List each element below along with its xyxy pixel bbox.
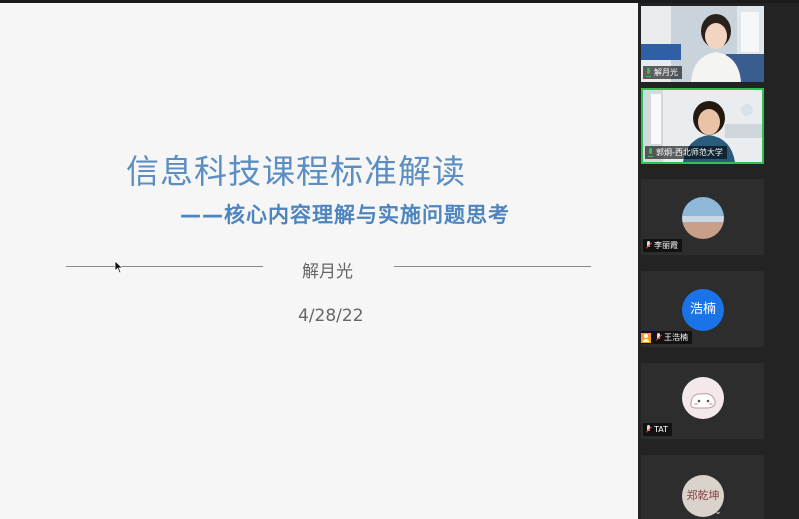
participant-name: 郭炯-西北师范大学 bbox=[656, 148, 723, 157]
participant-name: 李丽霞 bbox=[654, 241, 678, 250]
participant-name-tag: 王浩楠 bbox=[641, 331, 692, 344]
participant-name-tag: 郭炯-西北师范大学 bbox=[645, 146, 727, 159]
participant-name: 王浩楠 bbox=[664, 333, 688, 342]
participant-tile-4[interactable]: 浩楠 王浩楠 bbox=[641, 271, 764, 347]
avatar: 浩楠 bbox=[682, 289, 724, 331]
shared-screen-slide: 信息科技课程标准解读 ——核心内容理解与实施问题思考 解月光 4/28/22 bbox=[0, 3, 638, 519]
divider-left bbox=[66, 266, 263, 267]
participant-name: 解月光 bbox=[654, 68, 678, 77]
participant-tile-1[interactable]: 解月光 bbox=[641, 6, 764, 82]
participant-panel[interactable]: 解月光 郭炯-西北师范大学 李丽霞 浩楠 王浩楠 TAT 郑乾坤 ⌄ bbox=[638, 3, 799, 519]
slide-author: 解月光 bbox=[302, 262, 353, 282]
avatar bbox=[682, 377, 724, 419]
participant-name-tag: 解月光 bbox=[643, 66, 682, 79]
slide-subtitle: ——核心内容理解与实施问题思考 bbox=[180, 203, 510, 227]
divider-right bbox=[394, 266, 591, 267]
slide-title: 信息科技课程标准解读 bbox=[126, 152, 466, 191]
mic-off-icon bbox=[645, 241, 652, 250]
mic-on-icon bbox=[647, 148, 654, 157]
participant-tile-5[interactable]: TAT bbox=[641, 363, 764, 439]
cursor-icon bbox=[114, 260, 124, 274]
slide-date: 4/28/22 bbox=[298, 306, 364, 326]
person-icon bbox=[641, 332, 651, 343]
mic-on-icon bbox=[645, 68, 652, 77]
participant-tile-2[interactable]: 郭炯-西北师范大学 bbox=[641, 88, 764, 164]
chevron-down-icon[interactable]: ⌄ bbox=[711, 507, 725, 517]
mic-off-icon bbox=[645, 425, 652, 434]
mic-off-icon bbox=[655, 333, 662, 342]
participant-name: TAT bbox=[654, 425, 669, 434]
avatar bbox=[682, 197, 724, 239]
participant-name-tag: 李丽霞 bbox=[643, 239, 682, 252]
participant-tile-6[interactable]: 郑乾坤 ⌄ bbox=[641, 455, 764, 519]
cartoon-avatar-icon bbox=[690, 393, 716, 409]
participant-name-tag: TAT bbox=[643, 423, 673, 436]
participant-tile-3[interactable]: 李丽霞 bbox=[641, 179, 764, 255]
